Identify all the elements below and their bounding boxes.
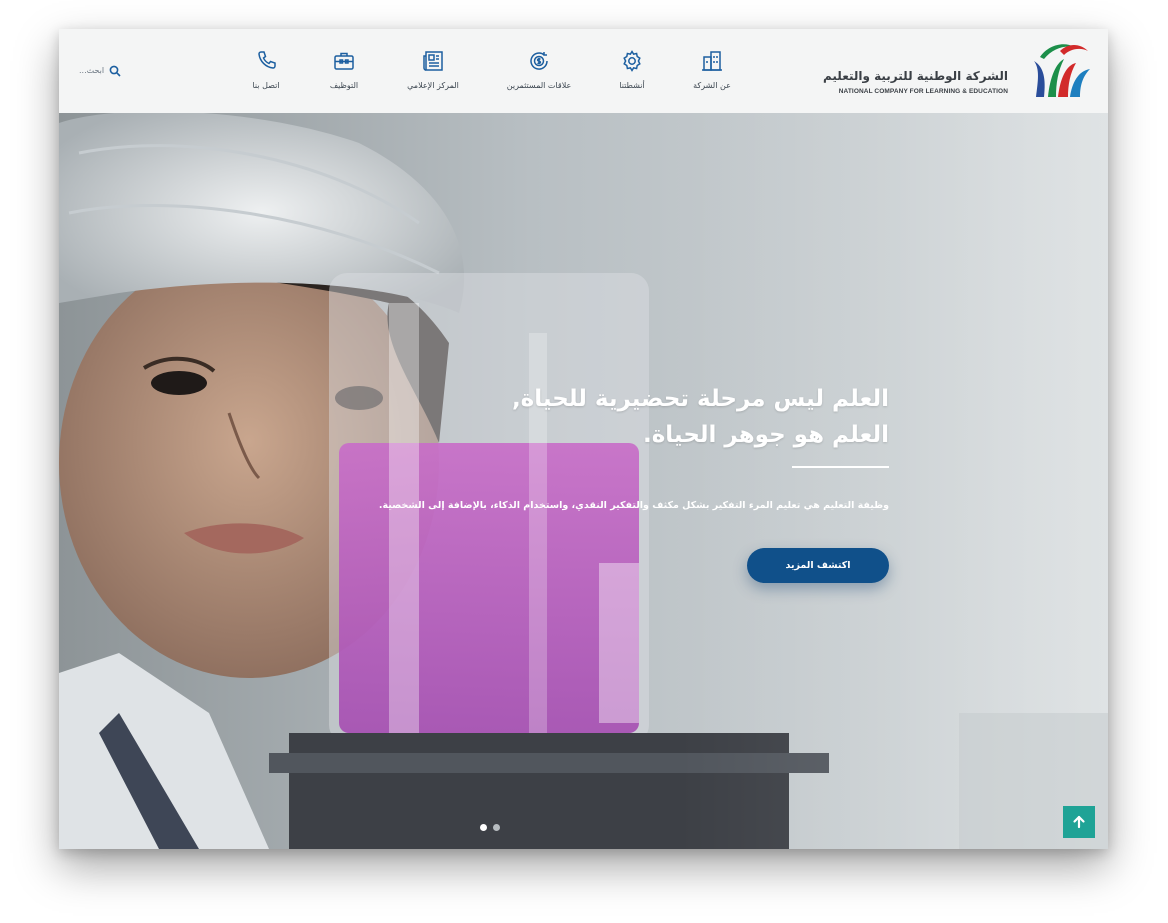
search-icon[interactable]: [109, 65, 121, 77]
newspaper-icon: [423, 51, 443, 71]
phone-icon: [258, 51, 276, 69]
site-header: الشركة الوطنية للتربية والتعليم NATIONAL…: [59, 29, 1108, 113]
hero-headline-line-2: العلم هو جوهر الحياة.: [642, 422, 889, 448]
main-nav: عن الشركة أنشطتنا علاقات المستثمرين المر…: [59, 49, 1108, 99]
back-to-top-button[interactable]: [1063, 806, 1095, 838]
headline-divider: [792, 466, 889, 468]
hero-slider: العلم ليس مرحلة تحضيرية للحياة, العلم هو…: [59, 113, 1108, 849]
search-box[interactable]: ابحث...: [77, 65, 137, 79]
nav-label-contact: اتصل بنا: [252, 81, 280, 90]
briefcase-icon: [334, 52, 354, 70]
gear-icon: [623, 50, 641, 72]
nav-item-contact[interactable]: اتصل بنا: [211, 49, 321, 99]
nav-label-investor-relations: علاقات المستثمرين: [506, 81, 572, 90]
building-icon: [702, 51, 722, 71]
nav-item-investor-relations[interactable]: علاقات المستثمرين: [484, 49, 594, 99]
hero-photo: [59, 113, 1108, 849]
hero-headline: العلم ليس مرحلة تحضيرية للحياة, العلم هو…: [409, 381, 889, 453]
browser-page: الشركة الوطنية للتربية والتعليم NATIONAL…: [59, 29, 1108, 849]
search-input[interactable]: ابحث...: [79, 66, 104, 75]
discover-more-button[interactable]: اكتشف المزيد: [747, 548, 889, 583]
slider-dot-1[interactable]: [480, 824, 487, 831]
arrow-up-icon: [1073, 815, 1085, 829]
coin-chart-icon: [530, 52, 548, 70]
hero-headline-line-1: العلم ليس مرحلة تحضيرية للحياة,: [511, 386, 889, 412]
hero-subtitle: وظيفة التعليم هي تعليم المرء التفكير بشك…: [378, 500, 889, 511]
slider-dot-2[interactable]: [493, 824, 500, 831]
